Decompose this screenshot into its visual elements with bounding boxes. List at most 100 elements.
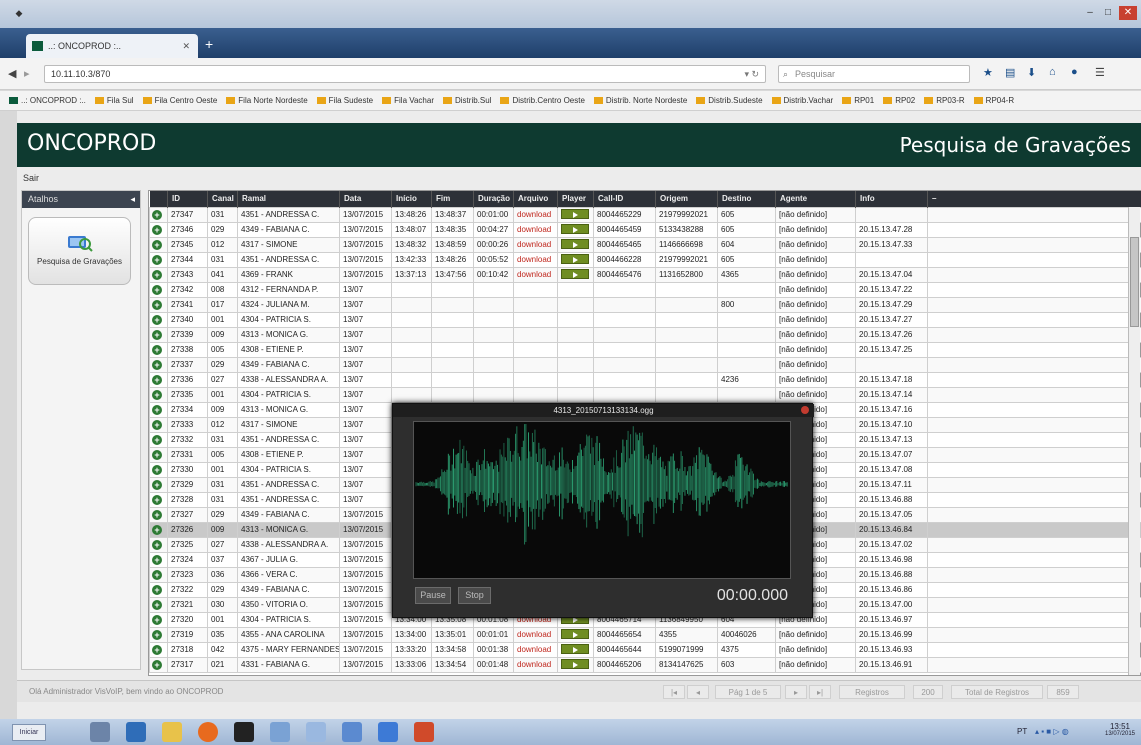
expand-row-cell[interactable]: + [149, 236, 168, 253]
column-header[interactable]: Canal [207, 191, 238, 207]
maximize-icon[interactable]: □ [1099, 6, 1117, 20]
expand-row-icon[interactable]: + [152, 449, 162, 460]
expand-row-cell[interactable]: + [149, 251, 168, 268]
expand-row-cell[interactable]: + [149, 626, 168, 643]
expand-row-cell[interactable]: + [149, 596, 168, 613]
column-header[interactable]: Arquivo [513, 191, 558, 207]
bookmark-star-icon[interactable]: ★ [983, 66, 993, 79]
expand-row-icon[interactable]: + [152, 239, 162, 250]
download-link[interactable] [513, 341, 558, 358]
reload-icon[interactable]: ▾ ↻ [744, 66, 759, 82]
download-link[interactable]: download [513, 206, 558, 223]
expand-row-cell[interactable]: + [149, 371, 168, 388]
download-link[interactable] [513, 371, 558, 388]
table-row[interactable]: +27335 001 4304 - PATRICIA S. 13/07 [não def… [149, 386, 1141, 403]
table-scrollbar[interactable] [1128, 207, 1140, 675]
tray-icons[interactable]: ▴ ▪ ■ ▷ ◍ [1035, 727, 1069, 736]
bookmark-item[interactable]: Fila Norte Nordeste [226, 91, 308, 110]
expand-row-icon[interactable]: + [152, 569, 162, 580]
download-link[interactable]: download [513, 641, 558, 658]
play-button[interactable] [561, 644, 589, 654]
start-button[interactable]: Iniciar [12, 724, 46, 741]
next-page-button[interactable]: ▸ [785, 685, 807, 699]
play-button[interactable] [561, 659, 589, 669]
player-title-bar[interactable]: 4313_20150713133134.ogg [393, 404, 814, 417]
terminal-taskbar-icon[interactable] [234, 722, 254, 742]
expand-row-cell[interactable]: + [149, 266, 168, 283]
table-row[interactable]: +27344 031 4351 - ANDRESSA C. 13/07/2015 13:… [149, 251, 1141, 268]
downloads-icon[interactable]: ⬇ [1027, 66, 1036, 79]
expand-row-cell[interactable]: + [149, 641, 168, 658]
browser-tab[interactable]: ..: ONCOPROD :.. ✕ [26, 34, 198, 58]
expand-row-icon[interactable]: + [152, 224, 162, 235]
expand-row-icon[interactable]: + [152, 539, 162, 550]
expand-row-cell[interactable]: + [149, 581, 168, 598]
back-icon[interactable]: ◀ [8, 67, 16, 80]
expand-row-icon[interactable]: + [152, 374, 162, 385]
clock[interactable]: 13:51 13/07/2015 [1103, 722, 1137, 737]
expand-row-icon[interactable]: + [152, 329, 162, 340]
expand-row-icon[interactable]: + [152, 554, 162, 565]
table-row[interactable]: +27346 029 4349 - FABIANA C. 13/07/2015 13:4… [149, 221, 1141, 238]
expand-row-cell[interactable]: + [149, 221, 168, 238]
table-row[interactable]: +27343 041 4369 - FRANK 13/07/2015 13:37:13 1… [149, 266, 1141, 283]
download-link[interactable] [513, 326, 558, 343]
home-icon[interactable]: ⌂ [1049, 66, 1056, 78]
window-menu-icon[interactable]: ◆ [10, 6, 28, 20]
column-header[interactable]: Duração [473, 191, 514, 207]
expand-row-cell[interactable]: + [149, 566, 168, 583]
expand-row-cell[interactable]: + [149, 401, 168, 418]
bookmark-item[interactable]: Distrib.Sudeste [696, 91, 763, 110]
explorer-taskbar-icon[interactable] [90, 722, 110, 742]
expand-row-icon[interactable]: + [152, 599, 162, 610]
bookmark-item[interactable]: Distrib.Vachar [771, 91, 833, 110]
records-per-page[interactable]: 200 [913, 685, 943, 699]
table-row[interactable]: +27318 042 4375 - MARY FERNANDES 13/07/2015… [149, 641, 1141, 658]
scrollbar-thumb[interactable] [1130, 237, 1139, 327]
pocket-icon[interactable]: ● [1071, 66, 1078, 78]
expand-row-icon[interactable]: + [152, 344, 162, 355]
expand-row-icon[interactable]: + [152, 629, 162, 640]
reading-list-icon[interactable]: ▤ [1005, 66, 1015, 79]
forward-icon[interactable]: ▸ [24, 67, 30, 80]
paint-taskbar-icon[interactable] [414, 722, 434, 742]
table-row[interactable]: +27336 027 4338 - ALESSANDRA A. 13/07 4236 [n… [149, 371, 1141, 388]
expand-row-cell[interactable]: + [149, 491, 168, 508]
language-indicator[interactable]: PT [1017, 727, 1027, 736]
expand-row-cell[interactable]: + [149, 206, 168, 223]
folder-taskbar-icon[interactable] [162, 722, 182, 742]
bookmark-item[interactable]: RP03-R [924, 91, 965, 110]
expand-row-icon[interactable]: + [152, 389, 162, 400]
expand-row-cell[interactable]: + [149, 551, 168, 568]
expand-row-icon[interactable]: + [152, 434, 162, 445]
expand-row-icon[interactable]: + [152, 419, 162, 430]
bookmark-item[interactable]: Fila Sudeste [316, 91, 373, 110]
network-taskbar-icon[interactable] [270, 722, 290, 742]
table-row[interactable]: +27337 029 4349 - FABIANA C. 13/07 [não defi… [149, 356, 1141, 373]
download-link[interactable]: download [513, 221, 558, 238]
first-page-button[interactable]: |◂ [663, 685, 685, 699]
expand-row-cell[interactable]: + [149, 311, 168, 328]
column-header[interactable]: Data [339, 191, 392, 207]
users-taskbar-icon[interactable] [306, 722, 326, 742]
download-link[interactable]: download [513, 626, 558, 643]
collapse-arrow-icon[interactable]: ◂ [130, 191, 135, 208]
firefox-taskbar-icon[interactable] [198, 722, 218, 742]
play-button[interactable] [561, 269, 589, 279]
player-close-icon[interactable] [801, 406, 809, 414]
expand-row-icon[interactable]: + [152, 509, 162, 520]
play-button[interactable] [561, 224, 589, 234]
bookmark-item[interactable]: Distrib.Sul [443, 91, 491, 110]
bookmark-item[interactable]: RP04-R [973, 91, 1014, 110]
expand-row-icon[interactable]: + [152, 284, 162, 295]
window-switch-taskbar-icon[interactable] [378, 722, 398, 742]
play-button[interactable] [561, 239, 589, 249]
bookmark-item[interactable]: Distrib.Centro Oeste [500, 91, 585, 110]
expand-row-icon[interactable]: + [152, 269, 162, 280]
expand-row-icon[interactable]: + [152, 494, 162, 505]
download-link[interactable] [513, 386, 558, 403]
expand-row-icon[interactable]: + [152, 299, 162, 310]
menu-icon[interactable]: ☰ [1095, 66, 1105, 79]
expand-row-cell[interactable]: + [149, 656, 168, 673]
url-input[interactable]: 10.11.10.3/870 ▾ ↻ [44, 65, 766, 83]
